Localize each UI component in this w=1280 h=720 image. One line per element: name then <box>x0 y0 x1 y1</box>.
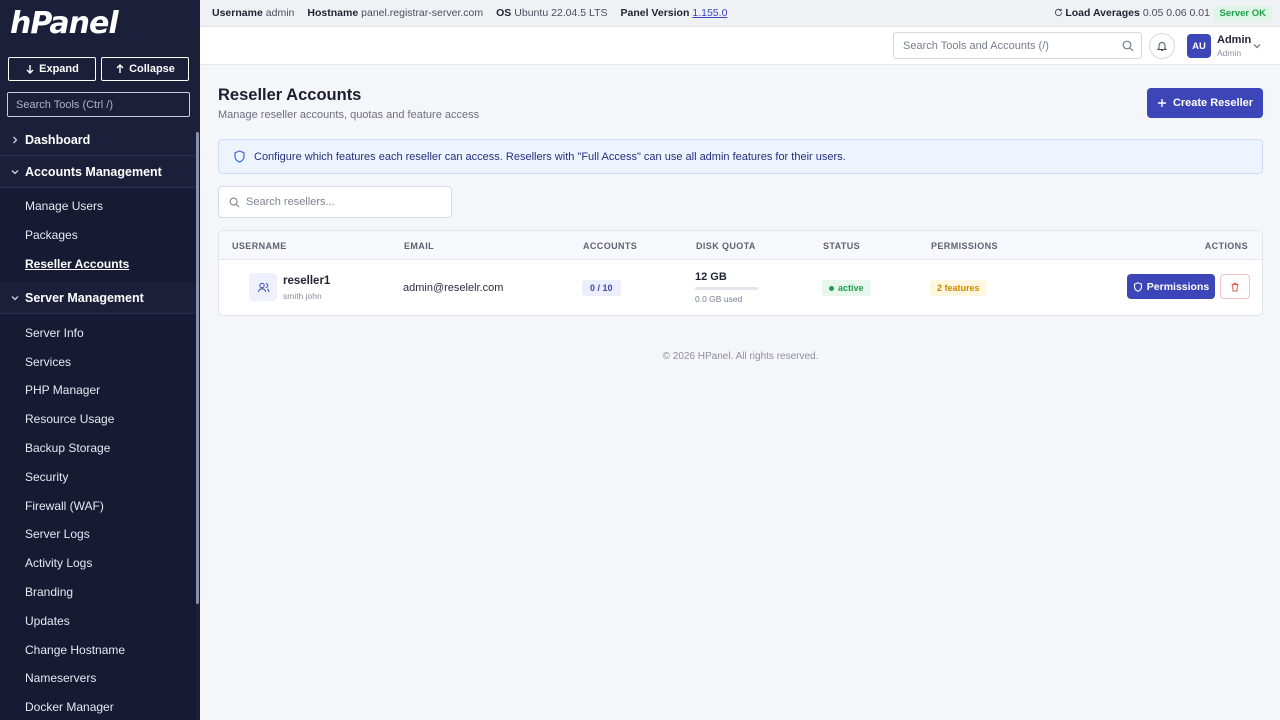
top-header: AU Admin Admin <box>200 27 1280 65</box>
server-management-items: Server Info Services PHP Manager Resourc… <box>0 314 196 720</box>
info-username: Username admin <box>212 7 295 19</box>
sidebar-item-reseller-accounts[interactable]: Reseller Accounts <box>0 250 196 279</box>
status-dot <box>829 285 834 291</box>
sidebar-item-security[interactable]: Security <box>0 462 196 491</box>
sidebar-item-nameservers[interactable]: Nameservers <box>0 664 196 693</box>
column-actions: ACTIONS <box>1204 241 1248 251</box>
server-info-bar: Username admin Hostname panel.registrar-se… <box>200 0 1280 27</box>
shield-icon <box>234 150 245 163</box>
table-row: reseller1 smith john admin@reselelr.com … <box>219 260 1262 315</box>
shield-icon <box>1133 281 1142 292</box>
sidebar-section-label: Accounts Management <box>25 164 162 179</box>
load-averages: Load Averages 0.05 0.06 0.01 <box>1054 7 1210 19</box>
search-icon <box>229 197 240 208</box>
permissions-badge: 2 features <box>930 280 987 296</box>
column-disk-quota: DISK QUOTA <box>696 241 756 251</box>
reseller-full-name: smith john <box>283 291 322 301</box>
plus-icon <box>1157 99 1166 107</box>
column-email: EMAIL <box>404 241 434 251</box>
bell-icon <box>1156 42 1168 51</box>
expand-label: Expand <box>39 63 79 75</box>
header-search <box>893 32 1142 59</box>
reseller-email: admin@reselelr.com <box>403 282 504 294</box>
collapse-button[interactable]: Collapse <box>101 57 189 81</box>
chevron-down-icon[interactable] <box>1252 41 1262 51</box>
reseller-search-input[interactable] <box>246 192 446 212</box>
reseller-search <box>218 186 452 218</box>
resellers-table: USERNAME EMAIL ACCOUNTS DISK QUOTA STATU… <box>218 230 1263 316</box>
refresh-icon <box>1055 8 1063 17</box>
sidebar-toggle-row: Expand Collapse <box>8 57 189 81</box>
user-name[interactable]: Admin <box>1217 34 1251 46</box>
sidebar-section-server-management[interactable]: Server Management <box>0 282 196 315</box>
info-notice: Configure which features each reseller c… <box>218 139 1263 174</box>
page-subtitle: Manage reseller accounts, quotas and fea… <box>218 109 480 121</box>
avatar[interactable]: AU <box>1187 34 1211 58</box>
chevron-down-icon <box>11 295 19 301</box>
table-header: USERNAME EMAIL ACCOUNTS DISK QUOTA STATU… <box>219 231 1262 260</box>
sidebar-section-accounts-management[interactable]: Accounts Management <box>0 156 196 188</box>
sidebar-item-manage-users[interactable]: Manage Users <box>0 192 196 221</box>
collapse-label: Collapse <box>129 63 175 75</box>
create-reseller-label: Create Reseller <box>1172 97 1254 109</box>
sidebar-item-backup-storage[interactable]: Backup Storage <box>0 434 196 463</box>
column-accounts: ACCOUNTS <box>583 241 638 251</box>
delete-reseller-button[interactable] <box>1220 274 1250 299</box>
sidebar-item-branding[interactable]: Branding <box>0 578 196 607</box>
hpanel-logo[interactable]: hPanel <box>10 6 119 41</box>
arrow-up-icon <box>116 64 124 73</box>
sidebar-item-php-manager[interactable]: PHP Manager <box>0 376 196 405</box>
info-os: OS Ubuntu 22.04.5 LTS <box>496 7 608 19</box>
sidebar-item-packages[interactable]: Packages <box>0 221 196 250</box>
status-badge: active <box>822 280 871 296</box>
sidebar-section-label: Dashboard <box>25 132 91 147</box>
disk-usage-bar <box>695 287 758 290</box>
sidebar-item-firewall[interactable]: Firewall (WAF) <box>0 491 196 520</box>
sidebar-item-updates[interactable]: Updates <box>0 606 196 635</box>
info-hostname: Hostname panel.registrar-server.com <box>307 7 484 19</box>
notice-text: Configure which features each reseller c… <box>254 150 846 163</box>
page-title: Reseller Accounts <box>218 86 362 104</box>
sidebar-item-docker-manager[interactable]: Docker Manager <box>0 693 196 720</box>
create-reseller-button[interactable]: Create Reseller <box>1147 88 1263 118</box>
sidebar-section-dashboard[interactable]: Dashboard <box>0 124 196 156</box>
notifications-button[interactable] <box>1149 33 1175 59</box>
sidebar-item-server-logs[interactable]: Server Logs <box>0 520 196 549</box>
sidebar-item-activity-logs[interactable]: Activity Logs <box>0 549 196 578</box>
accounts-count-badge: 0 / 10 <box>582 280 621 296</box>
disk-quota-value: 12 GB <box>695 271 727 283</box>
permissions-button-label: Permissions <box>1146 280 1210 293</box>
expand-button[interactable]: Expand <box>8 57 96 81</box>
chevron-down-icon <box>11 169 19 174</box>
permissions-button[interactable]: Permissions <box>1127 274 1215 299</box>
info-panel-version: Panel Version 1.155.0 <box>620 7 728 19</box>
sidebar-nav: Dashboard Accounts Management Manage Use… <box>0 124 196 720</box>
sidebar-section-label: Server Management <box>25 290 144 305</box>
header-search-input[interactable] <box>894 33 1114 58</box>
column-status: STATUS <box>823 241 861 251</box>
sidebar-scrollbar[interactable] <box>196 132 199 604</box>
sidebar-item-services[interactable]: Services <box>0 347 196 376</box>
disk-used-text: 0.0 GB used <box>695 294 743 304</box>
page-footer: © 2026 HPanel. All rights reserved. <box>662 351 819 362</box>
arrow-down-icon <box>26 65 34 74</box>
chevron-right-icon <box>13 136 18 143</box>
users-icon <box>249 273 277 301</box>
column-username: USERNAME <box>232 241 287 251</box>
server-status-badge: Server OK <box>1213 6 1272 21</box>
accounts-management-items: Manage Users Packages Reseller Accounts <box>0 188 196 283</box>
trash-icon <box>1231 282 1239 291</box>
sidebar-item-server-info[interactable]: Server Info <box>0 318 196 347</box>
user-role: Admin <box>1217 48 1242 58</box>
panel-version-link[interactable]: 1.155.0 <box>692 7 727 19</box>
sidebar-search-input[interactable] <box>7 92 190 117</box>
search-icon <box>1122 40 1134 52</box>
column-permissions: PERMISSIONS <box>931 241 998 251</box>
reseller-username: reseller1 <box>283 275 331 287</box>
sidebar: hPanel Expand Collapse Dashboard Account… <box>0 0 200 720</box>
sidebar-item-change-hostname[interactable]: Change Hostname <box>0 635 196 664</box>
sidebar-item-resource-usage[interactable]: Resource Usage <box>0 405 196 434</box>
status-text: active <box>838 283 864 293</box>
